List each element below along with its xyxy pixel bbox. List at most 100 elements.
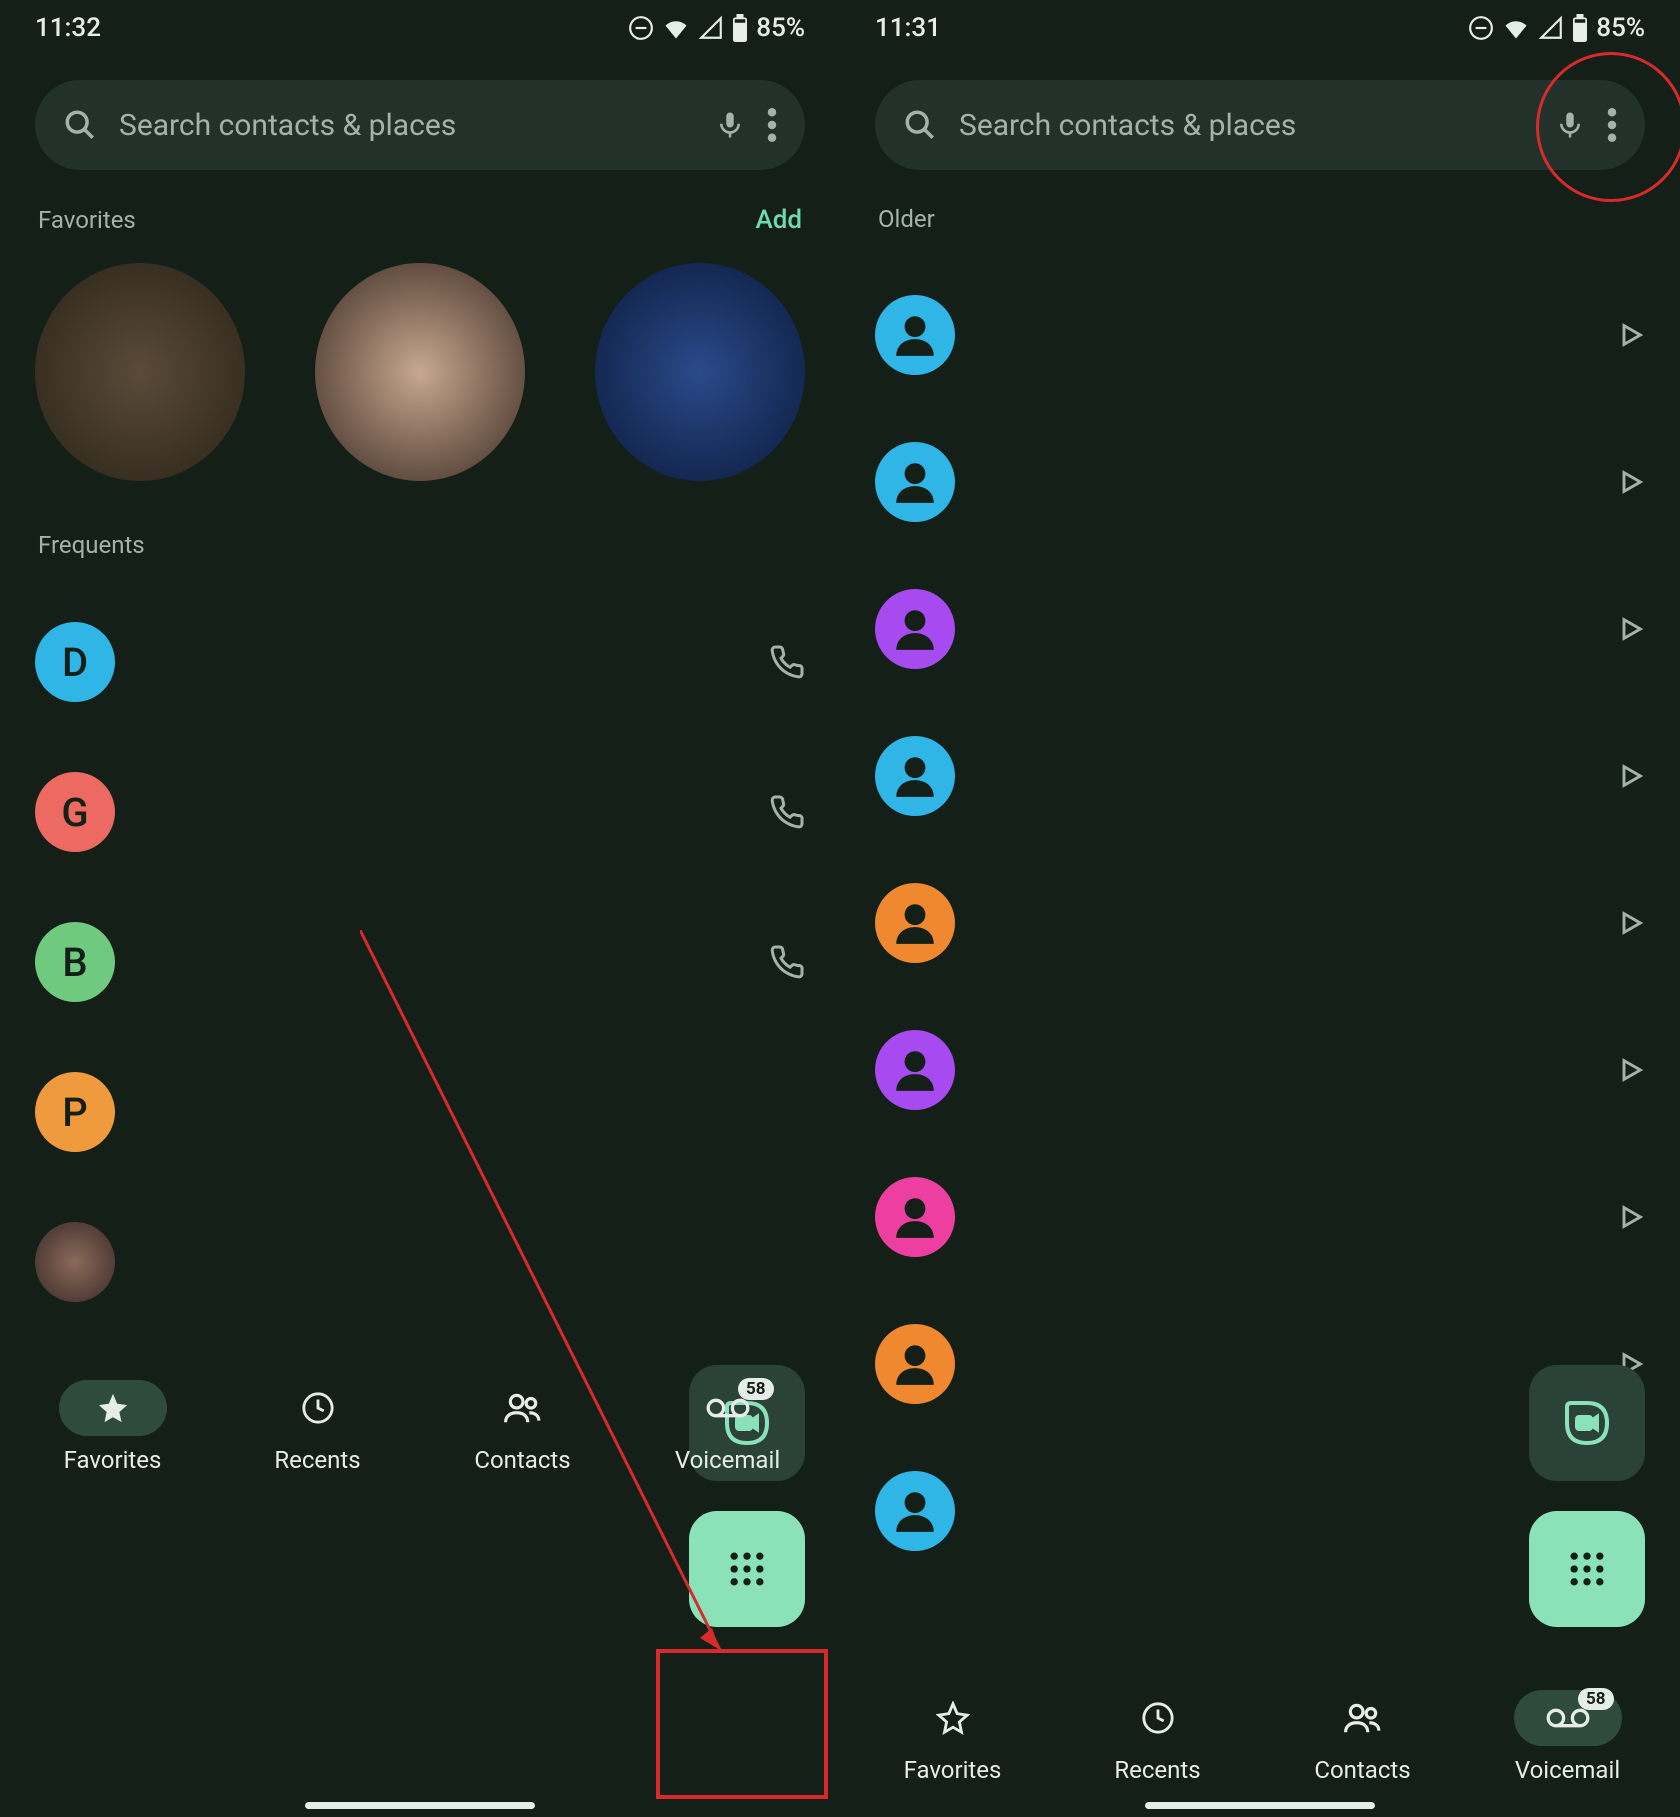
call-icon[interactable] bbox=[769, 794, 805, 830]
voicemail-item[interactable] bbox=[875, 996, 1645, 1143]
dialpad-fab[interactable] bbox=[689, 1511, 805, 1627]
voicemail-item[interactable] bbox=[875, 1143, 1645, 1290]
nav-label: Contacts bbox=[474, 1446, 570, 1474]
search-bar[interactable]: Search contacts & places bbox=[875, 80, 1645, 170]
avatar: G bbox=[35, 772, 115, 852]
battery-icon bbox=[1572, 14, 1588, 42]
frequents-list: D G B P bbox=[0, 577, 840, 1347]
nav-voicemail[interactable]: 58 Voicemail bbox=[643, 1380, 813, 1474]
add-favorite-button[interactable]: Add bbox=[755, 205, 802, 235]
nav-label: Favorites bbox=[64, 1446, 162, 1474]
avatar bbox=[875, 1471, 955, 1551]
star-icon bbox=[96, 1391, 130, 1425]
video-icon bbox=[1563, 1399, 1611, 1447]
voicemail-item[interactable] bbox=[875, 555, 1645, 702]
nav-voicemail[interactable]: 58 Voicemail bbox=[1483, 1690, 1653, 1784]
mic-icon[interactable] bbox=[715, 110, 745, 140]
battery-icon bbox=[732, 14, 748, 42]
dnd-icon bbox=[628, 15, 654, 41]
voicemail-item[interactable] bbox=[875, 849, 1645, 996]
frequents-header: Frequents bbox=[0, 521, 840, 577]
frequent-contact[interactable]: D bbox=[35, 587, 805, 737]
avatar bbox=[35, 1222, 115, 1302]
nav-contacts[interactable]: Contacts bbox=[438, 1380, 608, 1474]
status-time: 11:31 bbox=[875, 13, 941, 43]
nav-contacts[interactable]: Contacts bbox=[1278, 1690, 1448, 1784]
avatar: D bbox=[35, 622, 115, 702]
play-icon[interactable] bbox=[1617, 1056, 1645, 1084]
favorites-header: Favorites Add bbox=[0, 195, 840, 253]
voicemail-icon bbox=[1546, 1706, 1590, 1730]
mic-icon[interactable] bbox=[1555, 110, 1585, 140]
play-icon[interactable] bbox=[1617, 909, 1645, 937]
nav-label: Favorites bbox=[904, 1756, 1002, 1784]
dialpad-icon bbox=[1565, 1547, 1609, 1591]
more-icon[interactable] bbox=[1607, 108, 1617, 142]
avatar bbox=[875, 1177, 955, 1257]
frequent-contact[interactable]: G bbox=[35, 737, 805, 887]
play-icon[interactable] bbox=[1617, 468, 1645, 496]
call-icon[interactable] bbox=[769, 644, 805, 680]
clock-icon bbox=[1141, 1701, 1175, 1735]
more-icon[interactable] bbox=[767, 108, 777, 142]
dnd-icon bbox=[1468, 15, 1494, 41]
nav-favorites[interactable]: Favorites bbox=[868, 1690, 1038, 1784]
avatar bbox=[875, 1030, 955, 1110]
nav-label: Voicemail bbox=[675, 1446, 780, 1474]
annotation-box bbox=[656, 1649, 828, 1799]
play-icon[interactable] bbox=[1617, 1203, 1645, 1231]
nav-recents[interactable]: Recents bbox=[1073, 1690, 1243, 1784]
search-placeholder: Search contacts & places bbox=[959, 108, 1533, 143]
voicemail-item[interactable] bbox=[875, 261, 1645, 408]
battery-percent: 85% bbox=[1596, 13, 1645, 43]
clock-icon bbox=[301, 1391, 335, 1425]
frequent-contact[interactable]: B bbox=[35, 887, 805, 1037]
avatar: B bbox=[35, 922, 115, 1002]
star-icon bbox=[936, 1701, 970, 1735]
avatar bbox=[875, 442, 955, 522]
fab-column bbox=[1529, 1365, 1645, 1627]
phone-right: 11:31 85% Search contacts & places Older bbox=[840, 0, 1680, 1817]
status-icons: 85% bbox=[628, 13, 805, 43]
favorites-row bbox=[0, 253, 840, 521]
voicemail-item[interactable] bbox=[875, 702, 1645, 849]
favorites-label: Favorites bbox=[38, 206, 136, 234]
voicemail-badge: 58 bbox=[1578, 1688, 1614, 1710]
voicemail-item[interactable] bbox=[875, 408, 1645, 555]
frequent-contact[interactable] bbox=[35, 1187, 805, 1337]
nav-bar: Favorites Recents Contacts 58 Voicemail bbox=[840, 1657, 1680, 1817]
play-icon[interactable] bbox=[1617, 762, 1645, 790]
status-bar: 11:32 85% bbox=[0, 0, 840, 55]
frequents-label: Frequents bbox=[38, 531, 145, 559]
avatar bbox=[875, 589, 955, 669]
signal-icon bbox=[1538, 15, 1564, 41]
older-label: Older bbox=[878, 205, 935, 233]
play-icon[interactable] bbox=[1617, 321, 1645, 349]
dialpad-fab[interactable] bbox=[1529, 1511, 1645, 1627]
search-bar[interactable]: Search contacts & places bbox=[35, 80, 805, 170]
dialpad-icon bbox=[725, 1547, 769, 1591]
nav-label: Recents bbox=[274, 1446, 360, 1474]
avatar bbox=[875, 883, 955, 963]
contacts-icon bbox=[1344, 1701, 1382, 1735]
call-icon[interactable] bbox=[769, 944, 805, 980]
frequent-contact[interactable]: P bbox=[35, 1037, 805, 1187]
avatar bbox=[875, 1324, 955, 1404]
signal-icon bbox=[698, 15, 724, 41]
avatar: P bbox=[35, 1072, 115, 1152]
search-icon bbox=[63, 108, 97, 142]
status-icons: 85% bbox=[1468, 13, 1645, 43]
favorite-contact[interactable] bbox=[315, 263, 525, 481]
nav-favorites[interactable]: Favorites bbox=[28, 1380, 198, 1474]
contacts-icon bbox=[504, 1391, 542, 1425]
video-call-fab[interactable] bbox=[1529, 1365, 1645, 1481]
favorite-contact[interactable] bbox=[595, 263, 805, 481]
nav-recents[interactable]: Recents bbox=[233, 1380, 403, 1474]
play-icon[interactable] bbox=[1617, 615, 1645, 643]
favorite-contact[interactable] bbox=[35, 263, 245, 481]
gesture-bar bbox=[305, 1802, 535, 1809]
voicemail-icon bbox=[706, 1396, 750, 1420]
search-placeholder: Search contacts & places bbox=[119, 108, 693, 143]
wifi-icon bbox=[1502, 14, 1530, 42]
older-header: Older bbox=[840, 195, 1680, 251]
